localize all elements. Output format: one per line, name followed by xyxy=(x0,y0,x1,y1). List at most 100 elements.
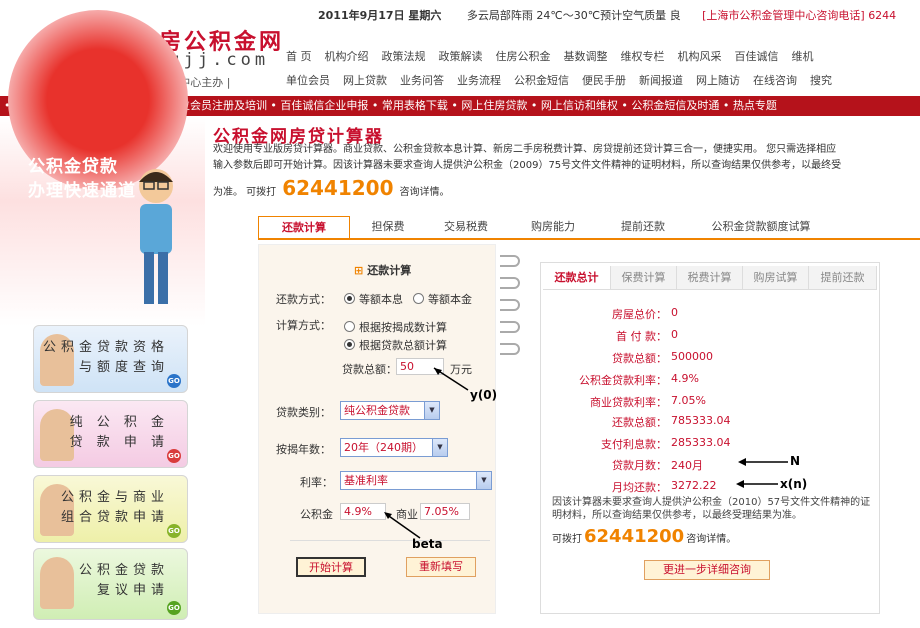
tab-prepay[interactable]: 提前还款 xyxy=(809,266,877,289)
nav-item[interactable]: 机构介绍 xyxy=(325,48,369,64)
tab-fund-quota[interactable]: 公积金贷款额度试算 xyxy=(686,216,836,238)
result-key: 商业贷款利率： xyxy=(590,396,667,409)
loan-type-select[interactable]: 纯公积金贷款 ▼ xyxy=(340,401,440,420)
nav-item[interactable]: 公积金短信 xyxy=(514,72,569,88)
nav-item[interactable]: 搜究 xyxy=(810,72,832,88)
nav-item[interactable]: 住房公积金 xyxy=(496,48,551,64)
result-key: 支付利息款： xyxy=(601,438,667,451)
nav-item[interactable]: 单位会员 xyxy=(286,72,330,88)
go-button[interactable]: GO xyxy=(167,374,181,388)
calculator-tabs: 还款计算 担保费 交易税费 购房能力 提前还款 公积金贷款额度试算 xyxy=(258,216,920,240)
nav-item[interactable]: 业务问答 xyxy=(400,72,444,88)
rate-label: 利率： xyxy=(300,476,333,489)
loan-years-select[interactable]: 20年（240期） ▼ xyxy=(340,438,448,457)
result-value: 240月 xyxy=(671,459,703,472)
radio-by-total[interactable]: 根据贷款总额计算 xyxy=(344,337,447,353)
phone-line: 为准。 可拨打 62441200 咨询详情。 xyxy=(213,176,450,200)
card-line1: 纯 公 积 金 xyxy=(69,415,169,430)
result-value: 785333.04 xyxy=(671,414,731,427)
nav-item[interactable]: 业务流程 xyxy=(457,72,501,88)
result-note: 因该计算器未要求查询人提供沪公积金（2010）57号文件文件精神的证明材料，所以… xyxy=(552,497,871,521)
select-value: 基准利率 xyxy=(344,474,388,487)
result-value: 7.05% xyxy=(671,394,706,407)
fund-rate-input[interactable]: 4.9% xyxy=(340,503,386,520)
loan-total-unit: 万元 xyxy=(450,363,472,376)
radio-equal-principal[interactable]: 等额本金 xyxy=(413,291,472,307)
rate-select[interactable]: 基准利率 ▼ xyxy=(340,471,492,490)
nav-item[interactable]: 机构风采 xyxy=(678,48,722,64)
binder-rings xyxy=(500,255,520,355)
result-key: 首 付 款： xyxy=(616,330,667,343)
radio-equal-installment[interactable]: 等额本息 xyxy=(344,291,403,307)
result-key: 贷款月数： xyxy=(612,459,667,472)
tab-transaction-tax[interactable]: 交易税费 xyxy=(426,216,506,238)
detailed-consult-button[interactable]: 更进一步详细咨询 xyxy=(644,560,770,580)
combo-loan-card[interactable]: 公积金与商业 组合贷款申请 GO xyxy=(33,475,188,543)
loan-type-label: 贷款类别： xyxy=(276,406,331,419)
nav-item[interactable]: 政策法规 xyxy=(382,48,426,64)
pure-fund-loan-card[interactable]: 纯 公 积 金贷 款 申 请 GO xyxy=(33,400,188,468)
radio-label: 等额本息 xyxy=(359,293,403,306)
card-line2: 与额度查询 xyxy=(78,360,169,375)
nav-item[interactable]: 基数调整 xyxy=(564,48,608,64)
nav-item[interactable]: 首 页 xyxy=(286,48,312,64)
nav-item[interactable]: 在线咨询 xyxy=(753,72,797,88)
chevron-down-icon: ▼ xyxy=(432,439,447,456)
annotation-y0: y(0) xyxy=(470,388,498,402)
reset-button[interactable]: 重新填写 xyxy=(406,557,476,577)
card-line2: 组合贷款申请 xyxy=(60,510,169,525)
loan-total-input[interactable]: 50 xyxy=(396,358,444,375)
loan-total-label: 贷款总额： xyxy=(342,363,397,376)
nav-item[interactable]: 便民手册 xyxy=(582,72,626,88)
date-text: 2011年9月17日 星期六 xyxy=(318,9,442,22)
tab-repayment[interactable]: 还款计算 xyxy=(258,216,350,238)
loan-review-card[interactable]: 公积金贷款 复议申请 GO xyxy=(33,548,188,620)
phone-number: 62441200 xyxy=(282,176,394,200)
result-value: 0 xyxy=(671,328,678,341)
nav-item[interactable]: 维权专栏 xyxy=(621,48,665,64)
go-button[interactable]: GO xyxy=(167,524,181,538)
divider xyxy=(290,540,490,541)
result-key: 房屋总价： xyxy=(612,308,667,321)
result-key: 公积金贷款利率： xyxy=(579,374,667,387)
phone-post: 咨询详情。 xyxy=(399,187,450,198)
go-button[interactable]: GO xyxy=(167,601,181,615)
tab-tax[interactable]: 税费计算 xyxy=(677,266,743,289)
commercial-rate-label: 商业 xyxy=(396,508,418,521)
repay-method-label: 还款方式： xyxy=(276,293,331,306)
nav-item[interactable]: 新闻报道 xyxy=(639,72,683,88)
select-value: 纯公积金贷款 xyxy=(344,404,410,417)
card-line1: 公积金与商业 xyxy=(60,490,169,505)
card-line2: 贷 款 申 请 xyxy=(69,435,169,450)
nav-item[interactable]: 网上随访 xyxy=(696,72,740,88)
radio-by-ratio[interactable]: 根据按揭成数计算 xyxy=(344,319,447,335)
start-calc-button[interactable]: 开始计算 xyxy=(296,557,366,577)
nav-item[interactable]: 网上贷款 xyxy=(343,72,387,88)
nav-item[interactable]: 维机 xyxy=(792,48,814,64)
tab-purchase-trial[interactable]: 购房试算 xyxy=(743,266,809,289)
radio-label: 根据按揭成数计算 xyxy=(359,321,447,334)
go-button[interactable]: GO xyxy=(167,449,181,463)
nav-item[interactable]: 百佳诚信 xyxy=(735,48,779,64)
annotation-xn: x(n) xyxy=(780,477,808,491)
result-value: 3272.22 xyxy=(671,479,717,492)
top-info-bar: 2011年9月17日 星期六 多云局部阵雨 24℃～30℃预计空气质量 良 [上… xyxy=(318,7,896,23)
commercial-rate-input[interactable]: 7.05% xyxy=(420,503,470,520)
loan-qualification-card[interactable]: 公积金贷款资格 与额度查询 GO xyxy=(33,325,188,393)
promo-line1: 公积金贷款 xyxy=(28,157,118,177)
avatar xyxy=(40,557,74,609)
select-value: 20年（240期） xyxy=(344,441,423,454)
tab-purchase-ability[interactable]: 购房能力 xyxy=(506,216,600,238)
chevron-down-icon: ▼ xyxy=(424,402,439,419)
tab-total[interactable]: 还款总计 xyxy=(543,266,611,289)
tab-prepayment[interactable]: 提前还款 xyxy=(600,216,686,238)
fund-rate-label: 公积金 xyxy=(300,508,333,521)
main-nav: 首 页 机构介绍 政策法规 政策解读 住房公积金 基数调整 维权专栏 机构风采 … xyxy=(286,48,814,64)
tab-insurance[interactable]: 保费计算 xyxy=(611,266,677,289)
result-value: 4.9% xyxy=(671,372,699,385)
result-value: 285333.04 xyxy=(671,436,731,449)
result-key: 月均还款： xyxy=(612,481,667,494)
result-key: 还款总额： xyxy=(612,416,667,429)
nav-item[interactable]: 政策解读 xyxy=(439,48,483,64)
tab-guarantee-fee[interactable]: 担保费 xyxy=(350,216,426,238)
